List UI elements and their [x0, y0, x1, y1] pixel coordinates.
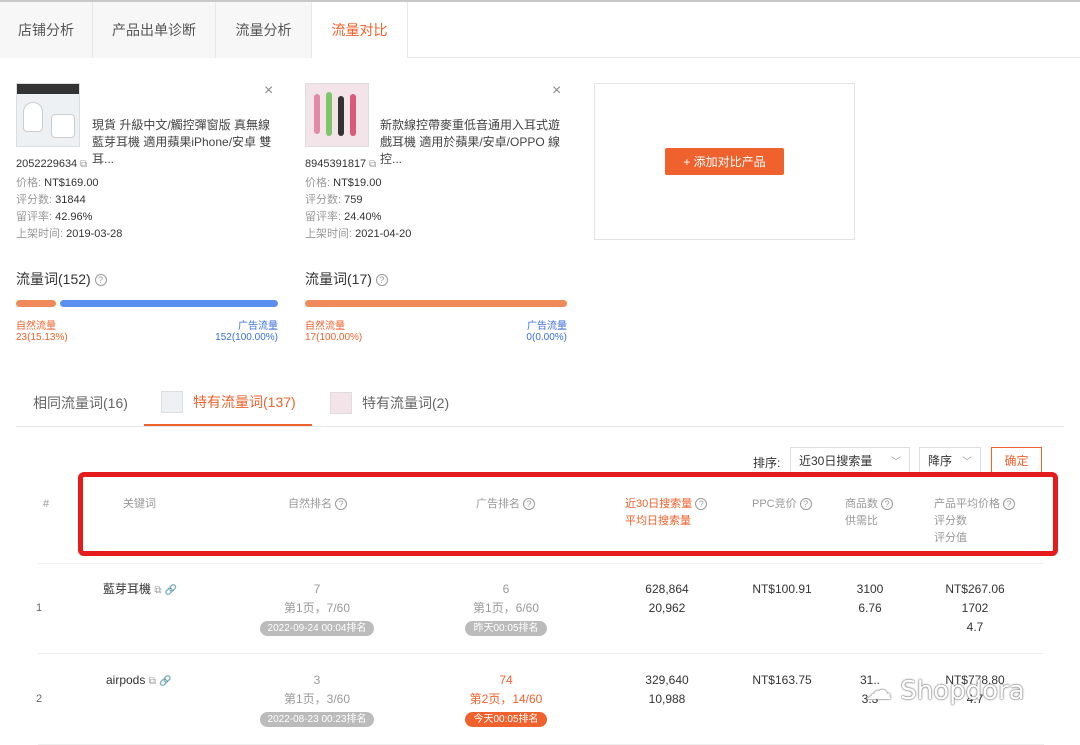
product-2-traffic-title: 流量词(17) ? — [305, 269, 388, 289]
row-2-keyword[interactable]: airpods ⧉ 🔗 — [106, 671, 172, 691]
row-1-index: 1 — [36, 602, 43, 614]
row-1-ad-rank: 6 第1页，6/60 昨天00:05排名 — [436, 580, 576, 637]
product-1-info: 价格: NT$169.00 评分数: 31844 留评率: 42.96% 上架时… — [16, 177, 123, 240]
sort-order-select[interactable]: 降序 ﹀ — [919, 447, 981, 474]
wechat-icon: ☁ — [866, 676, 901, 706]
product-2-close-icon[interactable]: × — [552, 82, 561, 100]
product-2-ad-label: 广告流量 — [527, 321, 567, 332]
product-1-natural-bar — [16, 300, 56, 307]
sort-confirm-button[interactable]: 确定 — [991, 447, 1042, 474]
external-link-icon[interactable]: ⧉ — [366, 159, 376, 170]
product-1-ad-label: 广告流量 — [238, 321, 278, 332]
row-1-ppc: NT$100.91 — [752, 582, 812, 596]
tab-unique-keywords-product-2[interactable]: 特有流量词(2) — [330, 380, 449, 426]
highlight-box — [78, 472, 1058, 556]
tab-store-analysis[interactable]: 店铺分析 — [0, 2, 93, 58]
product-1-mini-thumbnail — [161, 391, 183, 413]
external-link-icon[interactable]: ⧉ — [154, 585, 161, 596]
tab-shared-keywords[interactable]: 相同流量词(16) — [33, 380, 128, 426]
external-link-icon[interactable]: ⧉ — [149, 676, 156, 687]
row-2-ad-rank: 74 第2页，14/60 今天00:05排名 — [436, 671, 576, 728]
row-2-ppc: NT$163.75 — [752, 673, 812, 687]
header-index: # — [43, 498, 50, 510]
product-1-id[interactable]: 2052229634 ⧉ — [16, 158, 87, 170]
chevron-down-icon: ﹀ — [891, 457, 901, 468]
subtabs-divider — [16, 426, 1064, 427]
product-1-ad-value: 152(100.00%) — [215, 332, 278, 343]
product-1-thumbnail[interactable] — [16, 83, 80, 147]
row-divider — [38, 563, 1044, 564]
row-2-search-volume: 329,640 10,988 — [645, 673, 689, 706]
tab-traffic-analysis[interactable]: 流量分析 — [216, 2, 312, 58]
product-2-thumbnail[interactable] — [305, 83, 369, 147]
product-2-name[interactable]: 新款線控帶麥重低音通用入耳式遊戲耳機 適用於蘋果/安卓/OPPO 線控... — [380, 117, 562, 168]
row-2-index: 2 — [36, 693, 43, 705]
product-2-mini-thumbnail — [330, 392, 352, 414]
link-icon[interactable]: 🔗 — [165, 585, 177, 596]
product-1-ad-bar — [60, 300, 278, 307]
row-1-avg-price: NT$267.06 1702 4.7 — [945, 582, 1005, 634]
help-icon[interactable]: ? — [375, 274, 388, 287]
sort-label: 排序: — [753, 456, 781, 470]
sort-field-select[interactable]: 近30日搜索量 ﹀ — [790, 447, 910, 474]
tab-unique-keywords-product-1[interactable]: 特有流量词(137) — [144, 380, 312, 426]
primary-tabs: 店铺分析 产品出单诊断 流量分析 流量对比 — [0, 2, 1080, 58]
product-2-natural-value: 17(100.00%) — [305, 332, 363, 343]
product-2-info: 价格: NT$19.00 评分数: 759 留评率: 24.40% 上架时间: … — [305, 177, 412, 240]
row-1-goods: 3100 6.76 — [856, 582, 884, 615]
tab-product-diagnosis[interactable]: 产品出单诊断 — [93, 2, 216, 58]
link-icon[interactable]: 🔗 — [159, 676, 171, 687]
add-compare-product-button[interactable]: + 添加对比产品 — [665, 148, 784, 175]
external-link-icon[interactable]: ⧉ — [77, 159, 87, 170]
row-1-keyword[interactable]: 藍芽耳機 ⧉ 🔗 — [103, 580, 177, 600]
row-divider — [38, 653, 1044, 654]
row-2-natural-rank: 3 第1页，3/60 2022-08-23 00:23排名 — [247, 671, 387, 728]
help-icon[interactable]: ? — [94, 274, 107, 287]
product-1-close-icon[interactable]: × — [264, 82, 273, 100]
page-root: 店铺分析 产品出单诊断 流量分析 流量对比 現貨 升級中文/觸控彈窗版 真無線藍… — [0, 0, 1080, 745]
product-1-traffic-title: 流量词(152) ? — [16, 269, 107, 289]
product-1-natural-label: 自然流量 — [16, 321, 56, 332]
product-2-natural-label: 自然流量 — [305, 321, 345, 332]
product-2-ad-value: 0(0.00%) — [526, 332, 567, 343]
product-1-natural-value: 23(15.13%) — [16, 332, 68, 343]
tab-traffic-compare[interactable]: 流量对比 — [312, 2, 408, 58]
product-2-id[interactable]: 8945391817 ⧉ — [305, 158, 376, 170]
watermark: ☁ Shopdora — [866, 676, 1025, 706]
row-1-search-volume: 628,864 20,962 — [645, 582, 689, 615]
row-1-natural-rank: 7 第1页，7/60 2022-09-24 00:04排名 — [247, 580, 387, 637]
product-1-name[interactable]: 現貨 升級中文/觸控彈窗版 真無線藍芽耳機 適用蘋果iPhone/安卓 雙耳..… — [92, 117, 272, 168]
product-2-natural-bar — [305, 300, 567, 307]
chevron-down-icon: ﹀ — [962, 457, 972, 468]
